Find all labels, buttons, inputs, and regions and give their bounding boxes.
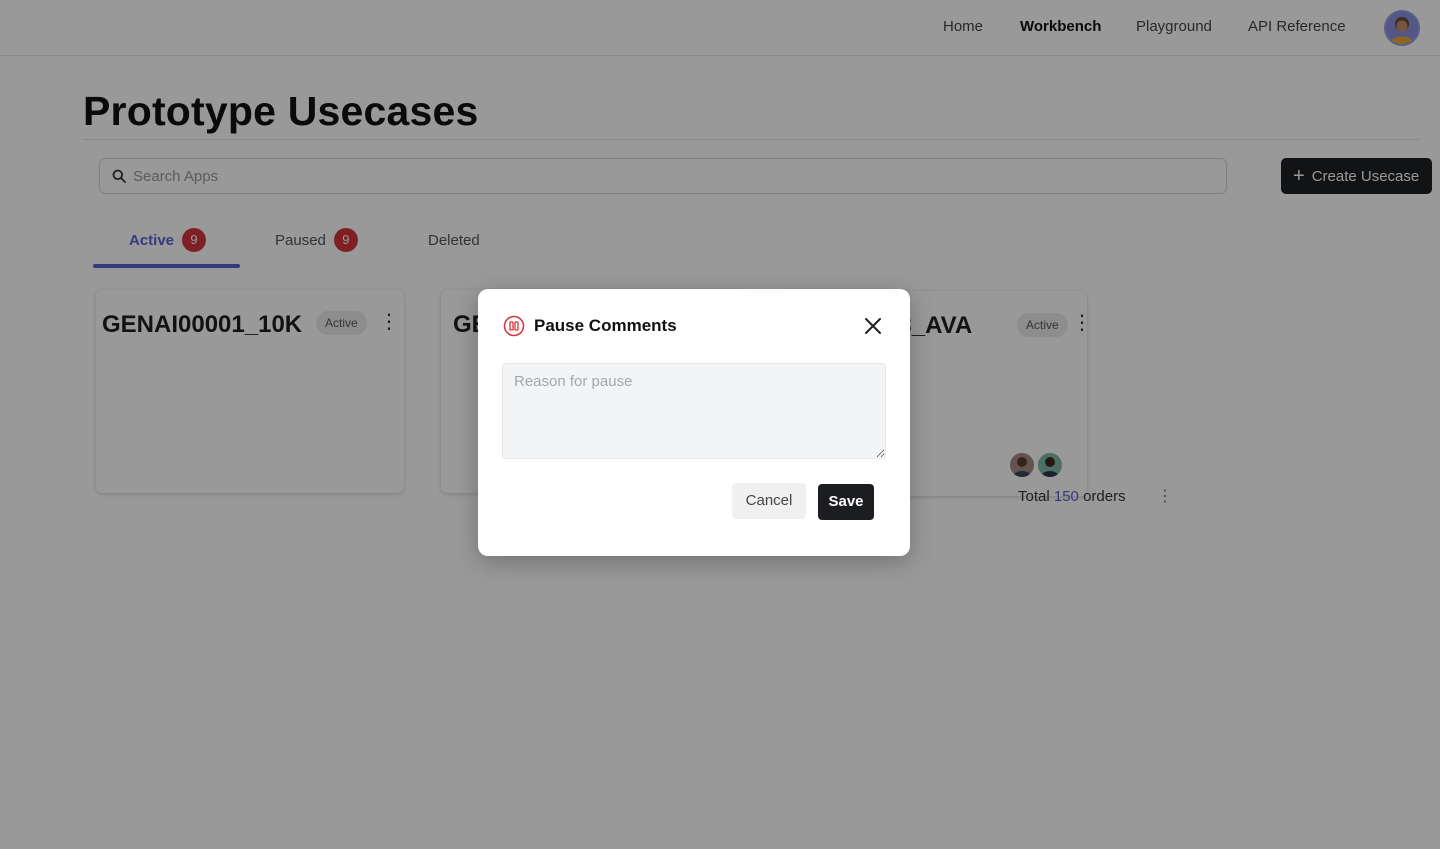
save-button[interactable]: Save: [818, 484, 874, 520]
pause-comments-dialog: Pause Comments Cancel Save: [478, 289, 910, 556]
pause-circle-icon: [503, 315, 525, 337]
close-icon[interactable]: [864, 317, 882, 335]
cancel-button[interactable]: Cancel: [732, 483, 806, 519]
pause-reason-textarea[interactable]: [502, 363, 886, 459]
dialog-title: Pause Comments: [534, 316, 677, 335]
